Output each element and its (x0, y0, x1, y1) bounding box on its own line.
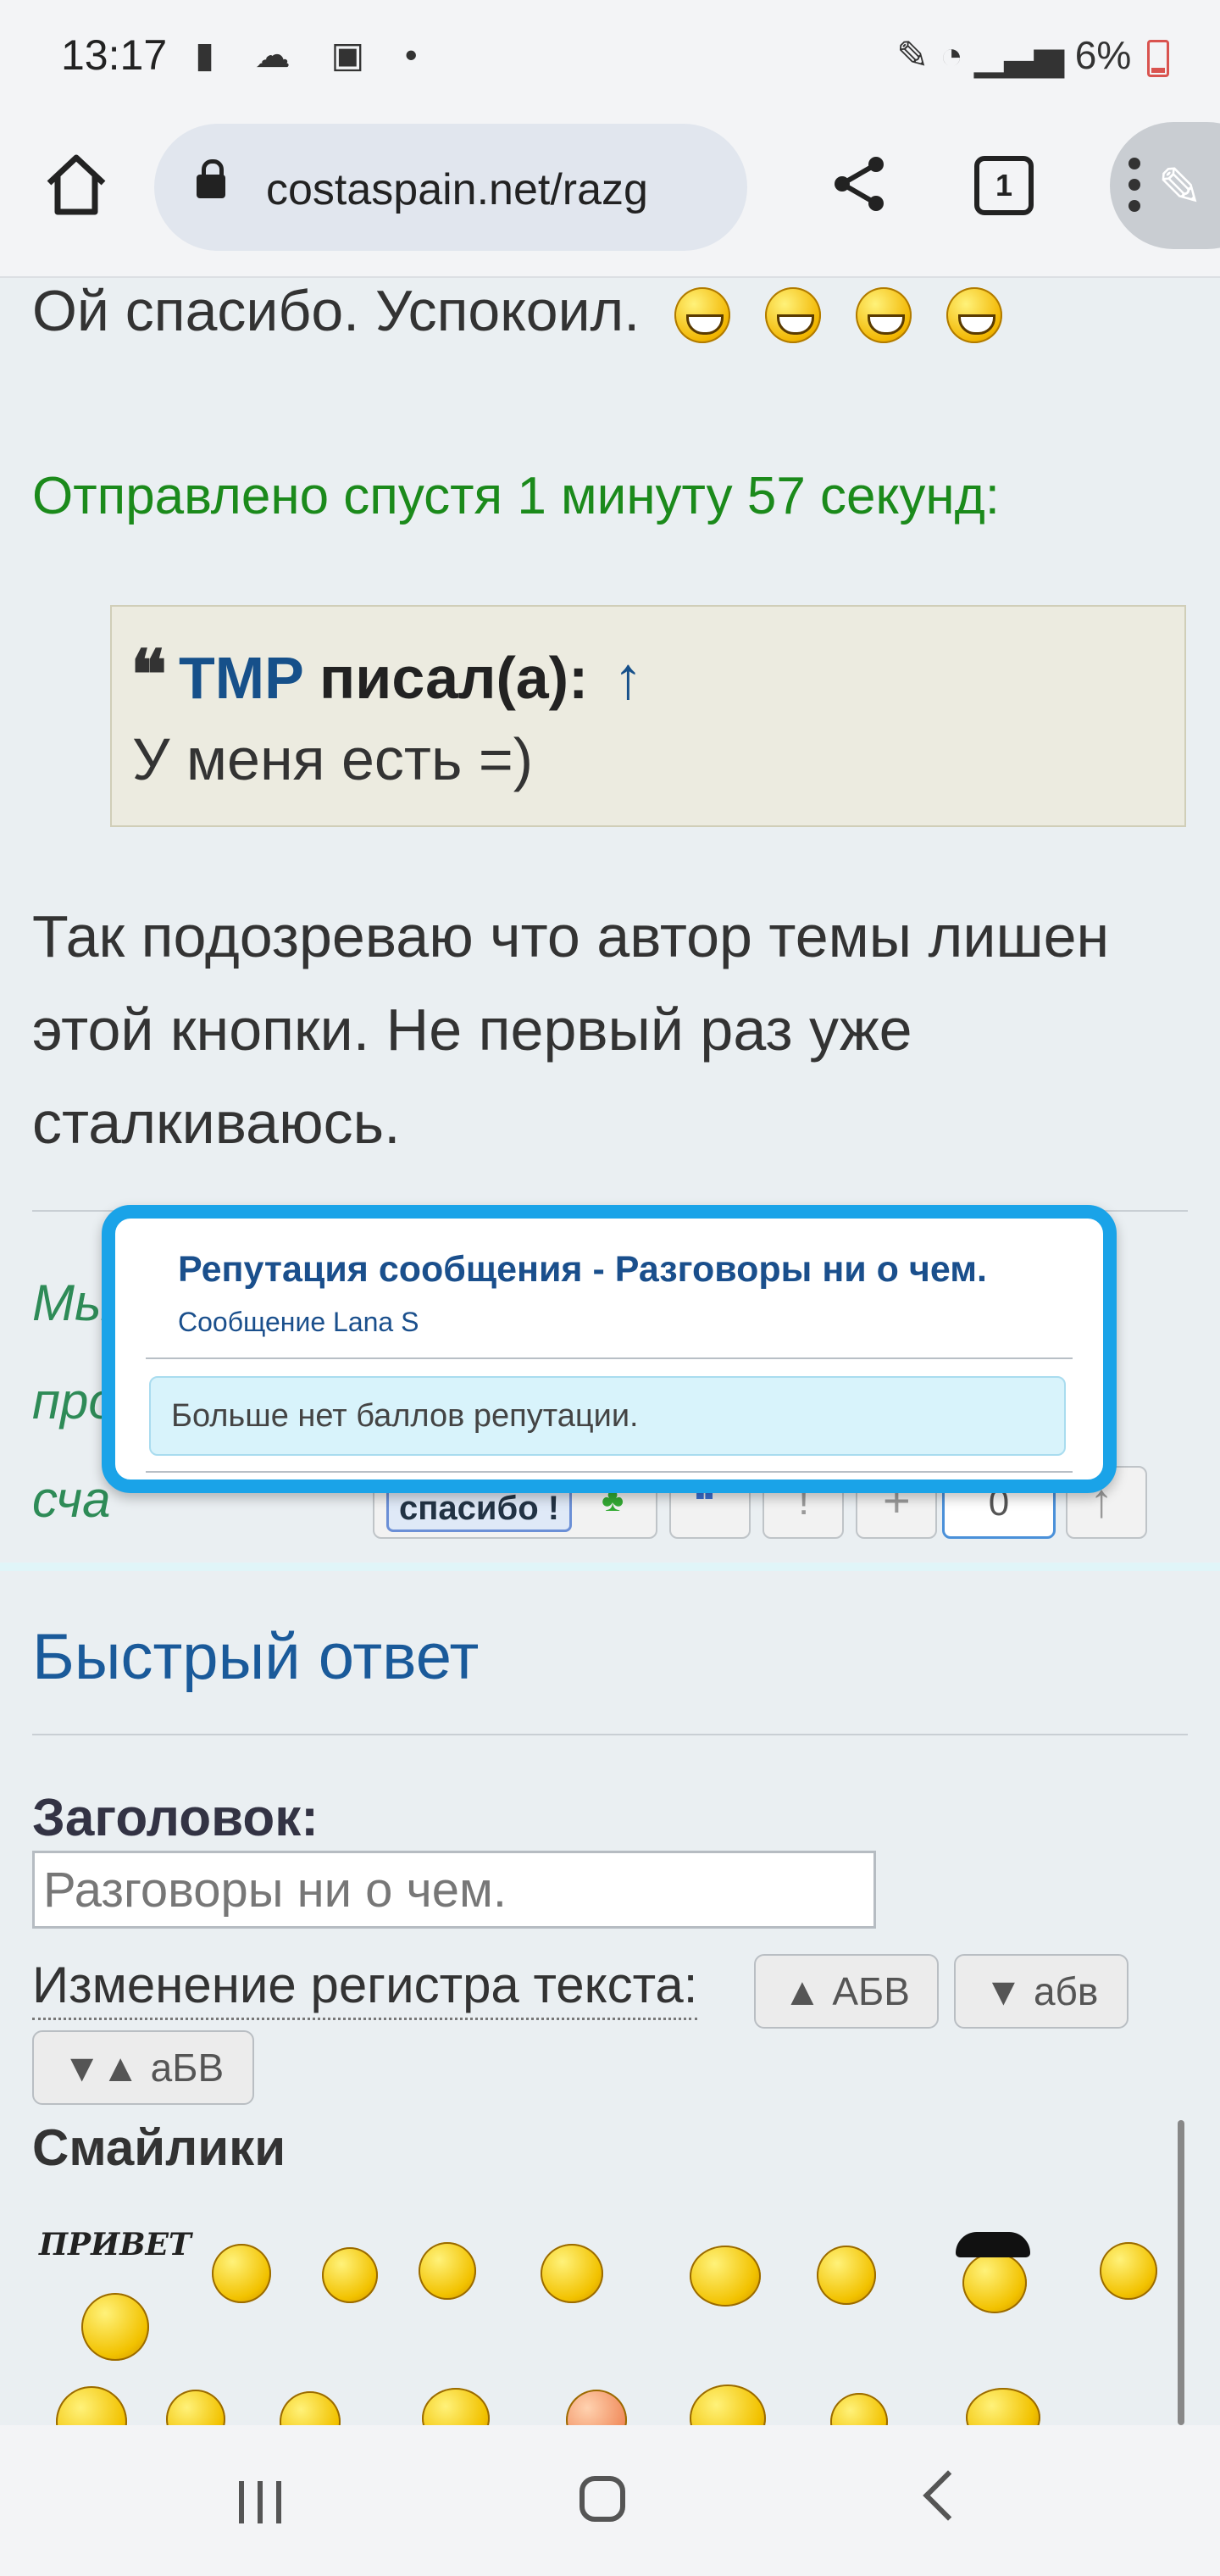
quote-jump-arrow[interactable]: ↑ (613, 645, 643, 711)
grin-smiley-icon[interactable] (419, 2242, 476, 2300)
cloud-icon: ☁ (254, 35, 306, 75)
signal-icon: ▁▃▅ (973, 33, 1064, 77)
uppercase-button[interactable]: ▲ АБВ (754, 1954, 939, 2029)
lowercase-button[interactable]: ▼ абв (954, 1954, 1128, 2029)
share-icon[interactable] (830, 154, 890, 214)
tabs-button[interactable]: 1 (974, 156, 1034, 215)
battery-icon (1147, 39, 1169, 77)
case-change-label: Изменение регистра текста: (32, 1956, 698, 2020)
smile-smiley-icon[interactable] (212, 2244, 271, 2303)
quote-wrote: писал(а): (319, 645, 589, 711)
reputation-popup: Репутация сообщения - Разговоры ни о чем… (102, 1205, 1117, 1493)
quick-reply-divider (32, 1734, 1188, 1735)
quick-reply-heading: Быстрый ответ (32, 1621, 480, 1693)
lock-icon (197, 159, 225, 198)
section-separator (0, 1563, 1220, 1571)
status-left-icons: ▮ ☁ ▣ • (195, 34, 433, 75)
police-cap-icon (956, 2232, 1030, 2257)
title-label: Заголовок: (32, 1789, 319, 1847)
sent-later-note: Отправлено спустя 1 минуту 57 секунд: (32, 467, 1001, 525)
post-body: Так подозреваю что автор темы лишен этой… (32, 903, 1110, 1156)
more-vert-icon (1128, 158, 1140, 212)
laugh-smiley-icon[interactable] (690, 2246, 761, 2307)
popup-title: Репутация сообщения - Разговоры ни о чем… (178, 1249, 987, 1290)
quote-header: ❝ TMP писал(а): ↑ (130, 636, 643, 714)
popup-subtitle: Сообщение Lana S (178, 1307, 419, 1337)
popup-divider (146, 1357, 1073, 1359)
dot-icon: • (404, 35, 433, 75)
grin-smiley-icon (674, 287, 731, 344)
image-icon: ▣ (330, 35, 380, 75)
grin-smiley-icon (946, 287, 1002, 344)
edit-pencil-icon: ✎ (1157, 157, 1203, 218)
alert-icon: ▮ (195, 35, 230, 75)
quote-icon: ❝ (130, 637, 168, 713)
invert-case-button[interactable]: ▼▲ аБВ (32, 2030, 254, 2105)
status-right: ✎ ◔ ▁▃▅ 6% (896, 32, 1169, 78)
menu-button[interactable]: ✎ (1110, 122, 1220, 249)
battery-percent: 6% (1074, 33, 1132, 77)
shocked-smiley-icon[interactable] (1100, 2242, 1157, 2300)
smilies-scrollbar[interactable] (1178, 2120, 1184, 2425)
url-text: costaspain.net/razg (266, 165, 648, 214)
url-bar[interactable]: costaspain.net/razg (154, 124, 747, 251)
post-line-1: Ой спасибо. Успокоил. (32, 278, 1002, 344)
neutral-smiley-icon[interactable] (817, 2246, 876, 2305)
nav-back-button[interactable] (923, 2470, 973, 2521)
popup-message: Больше нет баллов репутации. (149, 1376, 1066, 1456)
quote-text: У меня есть =) (132, 726, 534, 792)
privet-smiley-text: ПРИВЕТ (39, 2227, 191, 2262)
system-nav-bar (0, 2425, 1220, 2576)
title-input[interactable] (32, 1851, 876, 1929)
privet-smiley-icon[interactable] (81, 2293, 149, 2361)
status-time: 13:17 (61, 31, 168, 79)
nav-home-button[interactable] (580, 2476, 625, 2522)
yawn-smiley-icon[interactable] (322, 2247, 378, 2303)
pen-icon: ✎ (896, 33, 929, 77)
home-icon[interactable] (42, 151, 110, 219)
grin-smiley-icon (855, 287, 912, 344)
recent-apps-button[interactable] (239, 2481, 285, 2523)
smilies-label: Смайлики (32, 2119, 286, 2176)
quote-block: ❝ TMP писал(а): ↑ У меня есть =) (110, 605, 1186, 827)
thumbs-smiley-icon[interactable] (541, 2244, 603, 2303)
wifi-icon: ◔ (940, 33, 964, 77)
browser-toolbar: costaspain.net/razg 1 ✎ (0, 115, 1220, 278)
grin-smiley-icon (764, 287, 821, 344)
police-smiley-icon[interactable] (962, 2252, 1027, 2313)
quote-author-link[interactable]: TMP (179, 645, 303, 711)
popup-divider-bottom (146, 1471, 1073, 1473)
status-bar: 13:17 ▮ ☁ ▣ • ✎ ◔ ▁▃▅ 6% (0, 0, 1220, 115)
